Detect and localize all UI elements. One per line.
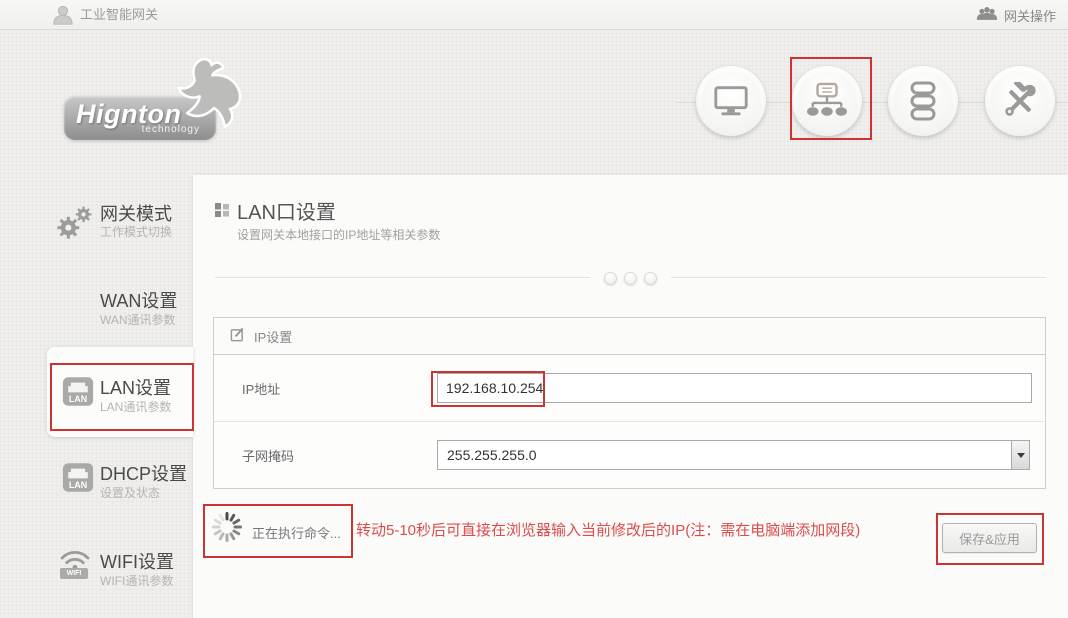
subnet-mask-select[interactable]: 255.255.255.0 <box>437 440 1030 470</box>
sidebar-subtitle: WAN通讯参数 <box>100 311 176 328</box>
nav-tools-button[interactable] <box>985 66 1055 136</box>
ip-address-label: IP地址 <box>242 379 437 398</box>
loading-spinner-icon <box>210 510 244 549</box>
pagination-dot[interactable] <box>624 272 637 285</box>
gears-icon <box>56 203 94 246</box>
svg-text:LAN: LAN <box>69 394 87 404</box>
sidebar-title: WIFI设置 <box>100 548 174 574</box>
executing-command-status: 正在执行命令... <box>252 523 341 542</box>
dropdown-arrow-button[interactable] <box>1011 441 1029 469</box>
form-row-subnet: 子网掩码 255.255.255.0 <box>214 421 1045 488</box>
ip-settings-panel: IP设置 IP地址 子网掩码 255.255.255.0 <box>213 317 1046 489</box>
nav-data-button[interactable] <box>888 66 958 136</box>
section-divider <box>215 272 1046 284</box>
grid-icon <box>214 202 230 223</box>
sidebar-item-gateway-mode[interactable]: 网关模式 工作模式切换 <box>0 195 193 245</box>
subnet-mask-value: 255.255.255.0 <box>438 441 1011 469</box>
page-subtitle: 设置网关本地接口的IP地址等相关参数 <box>237 226 440 243</box>
panel-header: IP设置 <box>214 318 1045 355</box>
sidebar-title: WAN设置 <box>100 287 177 313</box>
gateway-actions-menu[interactable]: 网关操作 <box>976 0 1056 30</box>
ip-change-note: 转动5-10秒后可直接在浏览器输入当前修改后的IP(注：需在电脑端添加网段) <box>356 519 860 540</box>
sidebar-subtitle: WIFI通讯参数 <box>100 572 173 589</box>
subnet-mask-label: 子网掩码 <box>242 446 437 465</box>
group-icon <box>976 6 998 25</box>
nav-status-button[interactable] <box>696 66 766 136</box>
sidebar-subtitle: 设置及状态 <box>100 484 160 501</box>
sidebar-subtitle: LAN通讯参数 <box>100 398 171 415</box>
wifi-badge: WIFI <box>60 568 88 579</box>
pagination-dots <box>604 272 657 285</box>
divider-line <box>215 277 590 279</box>
panel-title: IP设置 <box>254 327 292 346</box>
page-title: LAN口设置 <box>237 196 336 225</box>
monitor-icon <box>701 71 761 131</box>
form-row-ip: IP地址 <box>214 355 1045 421</box>
sidebar-title: LAN设置 <box>100 374 171 400</box>
sidebar-subtitle: 工作模式切换 <box>100 223 172 240</box>
sidebar-title: DHCP设置 <box>100 460 187 486</box>
ip-address-input[interactable] <box>437 373 1032 403</box>
lan-port-icon: LAN <box>62 462 94 498</box>
gateway-actions-label: 网关操作 <box>1004 6 1056 25</box>
network-topology-icon <box>797 71 857 131</box>
user-icon <box>52 4 74 31</box>
sidebar-item-wifi-settings[interactable]: WIFI设置 WIFI通讯参数 <box>0 545 193 595</box>
sidebar-item-dhcp-settings[interactable]: LAN DHCP设置 设置及状态 <box>0 457 193 507</box>
edit-icon <box>230 327 245 345</box>
chevron-down-icon <box>1017 453 1025 458</box>
lan-port-icon: LAN <box>62 376 94 412</box>
app-title: 工业智能网关 <box>80 0 158 30</box>
svg-text:LAN: LAN <box>69 480 87 490</box>
top-bar <box>0 0 1068 30</box>
logo-gazelle-icon <box>172 56 256 145</box>
nav-network-button[interactable] <box>792 66 862 136</box>
server-stack-icon <box>893 71 953 131</box>
pagination-dot[interactable] <box>604 272 617 285</box>
save-apply-button[interactable]: 保存&应用 <box>942 523 1037 553</box>
pagination-dot[interactable] <box>644 272 657 285</box>
tools-icon <box>990 71 1050 131</box>
divider-line <box>671 277 1046 279</box>
sidebar-item-wan-settings[interactable]: WAN设置 WAN通讯参数 <box>0 285 193 335</box>
sidebar-item-lan-settings[interactable]: LAN LAN设置 LAN通讯参数 <box>0 370 193 420</box>
